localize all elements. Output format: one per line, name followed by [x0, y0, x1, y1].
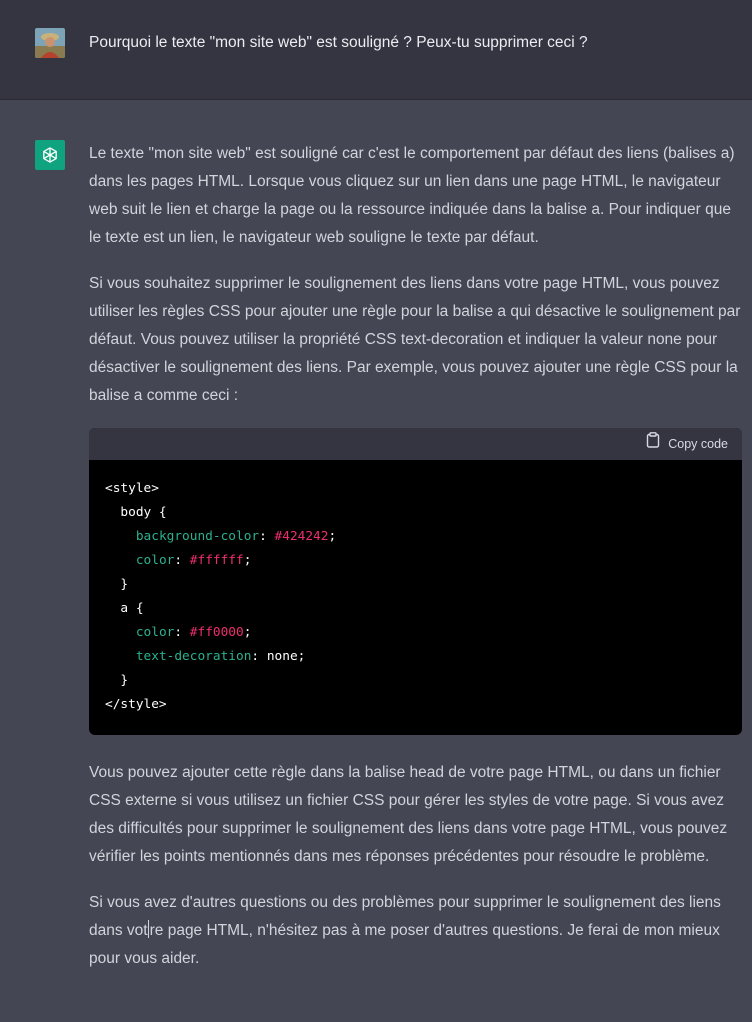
- openai-logo-icon: [35, 140, 65, 170]
- text-after-caret: re page HTML, n'hésitez pas à me poser d…: [89, 922, 720, 967]
- code-property: background-color: [135, 529, 260, 544]
- code-property: text-decoration: [135, 649, 252, 664]
- code-block-header: Copy code: [89, 428, 742, 460]
- code-line: </style>: [105, 697, 167, 712]
- code-value: #ffffff: [189, 553, 244, 568]
- user-message-text: Pourquoi le texte "mon site web" est sou…: [89, 34, 588, 51]
- code-value: none: [266, 649, 298, 664]
- code-property: color: [135, 553, 175, 568]
- code-line: a {: [105, 601, 144, 616]
- user-avatar: [35, 28, 65, 58]
- clipboard-icon: [646, 430, 660, 458]
- code-property: color: [135, 625, 175, 640]
- code-value: #ff0000: [189, 625, 244, 640]
- code-line: }: [105, 673, 129, 688]
- user-message-row: Pourquoi le texte "mon site web" est sou…: [0, 0, 752, 100]
- assistant-paragraph: Le texte "mon site web" est souligné car…: [89, 145, 735, 246]
- assistant-message-row: Le texte "mon site web" est souligné car…: [0, 100, 752, 1022]
- code-line: body {: [105, 505, 167, 520]
- assistant-paragraph: Vous pouvez ajouter cette règle dans la …: [89, 764, 728, 865]
- copy-code-label: Copy code: [668, 437, 728, 451]
- code-block: Copy code <style> body { background-colo…: [89, 428, 742, 735]
- code-content: <style> body { background-color: #424242…: [105, 481, 337, 712]
- assistant-paragraph: Si vous souhaitez supprimer le soulignem…: [89, 275, 741, 404]
- code-value: #424242: [274, 529, 329, 544]
- code-line: <style>: [105, 481, 159, 496]
- assistant-message-body: Le texte "mon site web" est souligné car…: [89, 140, 742, 991]
- assistant-paragraph-last: Si vous avez d'autres questions ou des p…: [89, 889, 741, 973]
- code-line: }: [105, 577, 129, 592]
- copy-code-button[interactable]: Copy code: [646, 430, 728, 458]
